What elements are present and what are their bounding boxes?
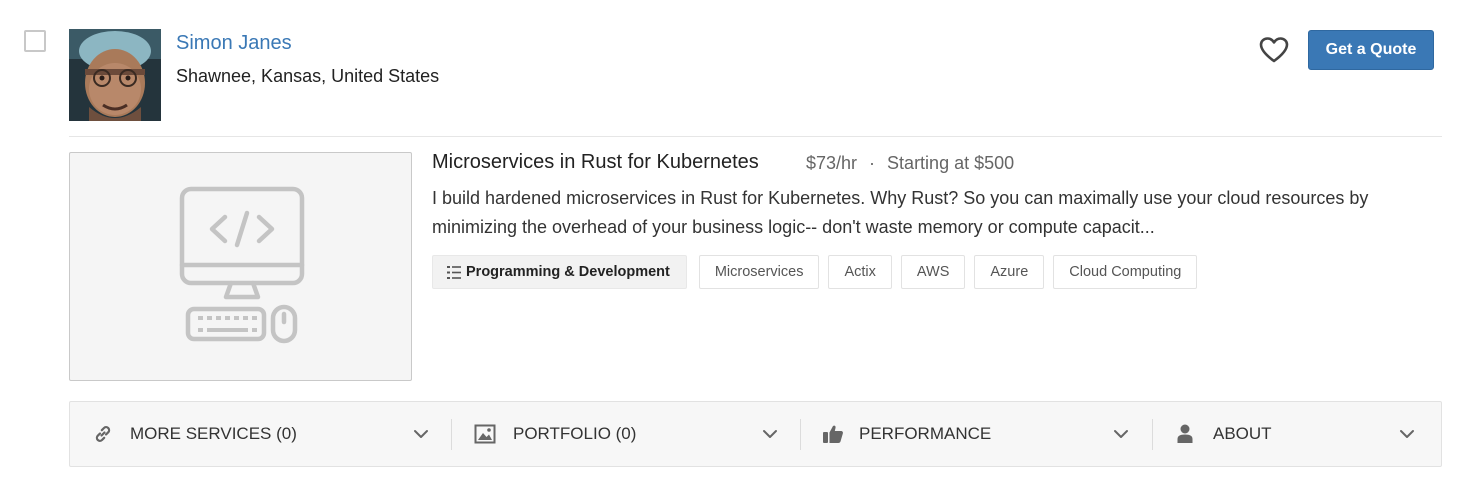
performance-toggle[interactable]: PERFORMANCE	[822, 402, 1152, 466]
freelancer-name-link[interactable]: Simon Janes	[176, 32, 292, 55]
skill-tag[interactable]: Cloud Computing	[1053, 255, 1198, 289]
service-title[interactable]: Microservices in Rust for Kubernetes	[432, 151, 759, 174]
skill-tag[interactable]: Azure	[974, 255, 1045, 289]
portfolio-toggle[interactable]: PORTFOLIO (0)	[474, 402, 799, 466]
divider	[69, 136, 1442, 137]
skill-tag[interactable]: AWS	[900, 255, 966, 289]
skill-tags: Programming & Development Microservices …	[432, 255, 1198, 289]
chevron-down-icon	[1400, 430, 1414, 438]
service-thumbnail[interactable]	[69, 152, 412, 381]
about-label: ABOUT	[1213, 424, 1272, 443]
more-services-toggle[interactable]: MORE SERVICES (0)	[92, 402, 452, 466]
list-icon	[447, 265, 461, 279]
service-pricing: $73/hr · Starting at $500	[806, 153, 1014, 174]
chevron-down-icon	[1114, 430, 1128, 438]
section-divider	[451, 419, 452, 450]
performance-label: PERFORMANCE	[859, 424, 992, 443]
service-description: I build hardened microservices in Rust f…	[432, 188, 1369, 237]
section-divider	[800, 419, 801, 450]
skill-tag[interactable]: Microservices	[698, 255, 820, 289]
thumbs-up-icon	[822, 423, 844, 445]
category-tag-label: Programming & Development	[466, 264, 670, 280]
skill-tag[interactable]: Actix	[828, 255, 892, 289]
avatar-photo	[69, 29, 161, 121]
image-icon	[474, 423, 496, 445]
starting-price: Starting at $500	[887, 153, 1015, 173]
chevron-down-icon	[414, 430, 428, 438]
profile-sections-bar: MORE SERVICES (0) PORTFOLIO (0) PERFORMA…	[69, 401, 1442, 467]
favorite-heart-icon[interactable]	[1259, 36, 1289, 64]
select-checkbox[interactable]	[24, 30, 46, 52]
section-divider	[1152, 419, 1153, 450]
computer-code-icon	[179, 186, 305, 344]
link-icon	[92, 423, 114, 445]
pricing-separator: ·	[869, 153, 876, 173]
get-a-quote-button[interactable]: Get a Quote	[1308, 30, 1434, 70]
about-toggle[interactable]: ABOUT	[1174, 402, 1424, 466]
hourly-rate: $73/hr	[806, 153, 858, 173]
avatar[interactable]	[69, 29, 161, 121]
freelancer-location: Shawnee, Kansas, United States	[176, 66, 440, 86]
chevron-down-icon	[763, 430, 777, 438]
category-tag[interactable]: Programming & Development	[432, 255, 687, 289]
more-services-label: MORE SERVICES (0)	[130, 424, 297, 443]
portfolio-label: PORTFOLIO (0)	[513, 424, 637, 443]
user-icon	[1174, 423, 1196, 445]
